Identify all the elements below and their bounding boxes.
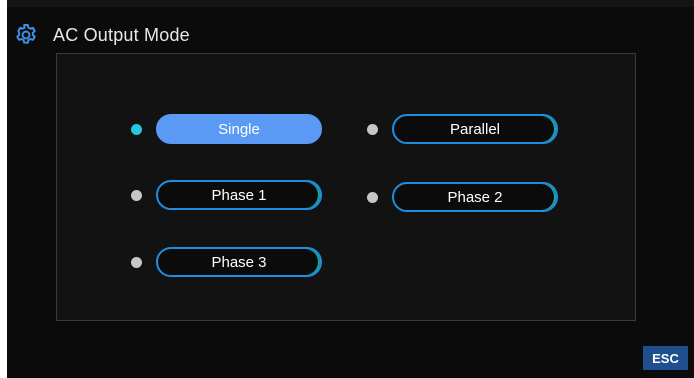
radio-indicator-parallel[interactable] xyxy=(367,123,378,135)
single-button[interactable]: Single xyxy=(156,114,322,144)
option-single[interactable]: Single xyxy=(131,114,322,144)
radio-indicator-single[interactable] xyxy=(131,123,142,135)
option-parallel[interactable]: Parallel xyxy=(367,114,558,144)
option-phase-2[interactable]: Phase 2 xyxy=(367,182,558,212)
esc-button[interactable]: ESC xyxy=(643,346,688,370)
option-phase-3[interactable]: Phase 3 xyxy=(131,247,322,277)
phase-3-button[interactable]: Phase 3 xyxy=(156,247,322,277)
gear-icon[interactable] xyxy=(12,21,40,49)
top-strip xyxy=(7,0,694,7)
phase-2-button[interactable]: Phase 2 xyxy=(392,182,558,212)
radio-indicator-phase-3[interactable] xyxy=(131,256,142,268)
header: AC Output Mode xyxy=(12,20,190,50)
radio-indicator-phase-1[interactable] xyxy=(131,189,142,201)
parallel-button[interactable]: Parallel xyxy=(392,114,558,144)
option-phase-1[interactable]: Phase 1 xyxy=(131,180,322,210)
radio-indicator-phase-2[interactable] xyxy=(367,191,378,203)
phase-1-button[interactable]: Phase 1 xyxy=(156,180,322,210)
page-title: AC Output Mode xyxy=(53,24,190,45)
mode-panel: Single Parallel Phase 1 Phase 2 Phase 3 xyxy=(56,53,636,321)
